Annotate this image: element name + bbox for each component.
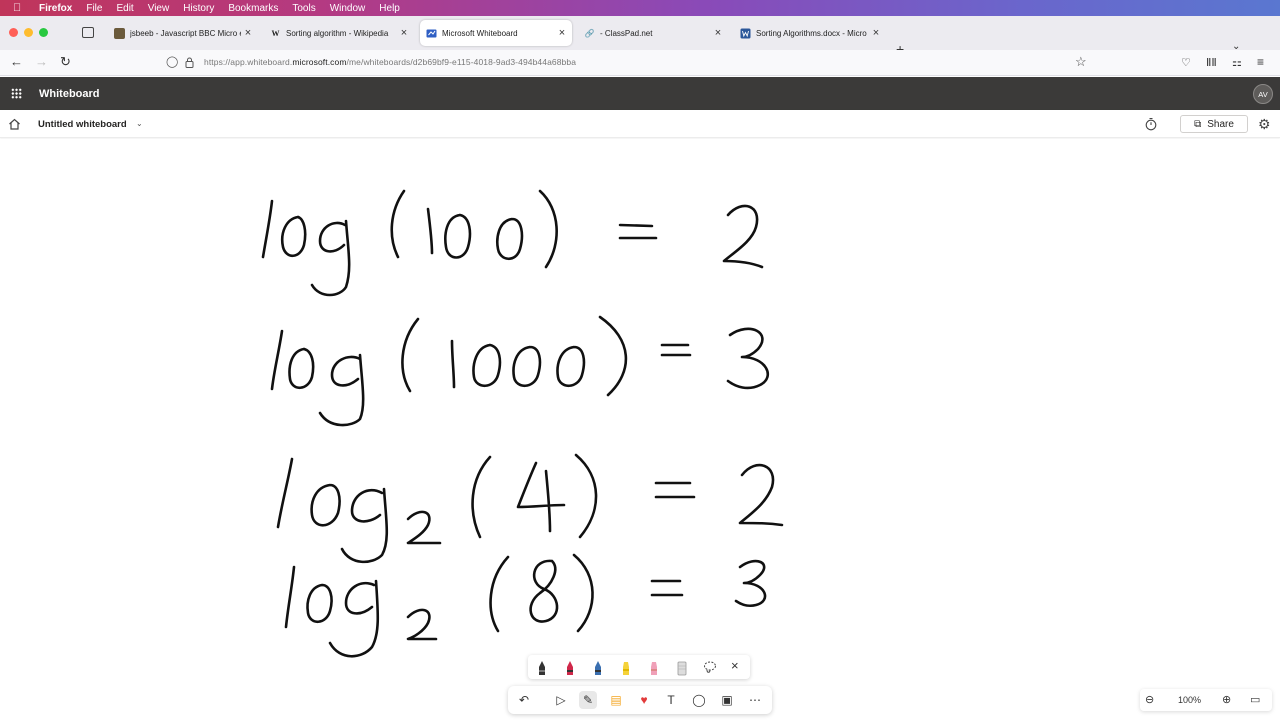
red-pen-icon[interactable]	[564, 660, 576, 676]
select-pointer-icon[interactable]: ▷	[552, 691, 570, 709]
tab-title: Sorting Algorithms.docx - Micro	[756, 28, 867, 38]
tab-title: - ClassPad.net	[600, 28, 653, 38]
back-arrow-icon[interactable]: ←	[10, 54, 23, 69]
close-icon[interactable]: ×	[869, 27, 883, 39]
bookmark-star-icon[interactable]: ☆	[1075, 54, 1087, 70]
link-icon: 🔗	[584, 28, 595, 38]
tab-jsbeeb[interactable]: jsbeeb - Javascript BBC Micro e ×	[108, 20, 258, 46]
blue-pen-icon[interactable]	[592, 660, 604, 676]
close-icon[interactable]: ×	[711, 27, 725, 39]
forward-arrow-icon[interactable]: →	[35, 54, 48, 69]
menu-bookmarks[interactable]: Bookmarks	[228, 3, 278, 14]
hamburger-menu-icon[interactable]: ≡	[1257, 55, 1264, 69]
zoom-in-icon[interactable]: ⊕	[1222, 693, 1231, 706]
whiteboard-app-bar: Whiteboard AV	[0, 77, 1280, 110]
share-icon: ⧉	[1194, 118, 1202, 130]
ink-line-log-1000	[270, 315, 770, 427]
text-tool-icon[interactable]: T	[662, 691, 680, 709]
menu-tools[interactable]: Tools	[292, 3, 315, 14]
tab-title: jsbeeb - Javascript BBC Micro e	[130, 28, 241, 38]
extensions-icon[interactable]: ⚏	[1232, 56, 1242, 69]
navigation-toolbar: ← → ↻ ◯ https://app.whiteboard.microsoft…	[0, 50, 1280, 76]
fit-to-screen-icon[interactable]: ▭	[1250, 693, 1260, 706]
lasso-icon[interactable]	[703, 660, 717, 674]
pink-highlighter-icon[interactable]	[648, 660, 660, 676]
close-icon[interactable]: ×	[555, 27, 569, 39]
more-options-icon[interactable]: ⋯	[746, 691, 764, 709]
share-button[interactable]: ⧉ Share	[1180, 115, 1248, 133]
close-icon[interactable]: ×	[731, 658, 739, 673]
tab-title: Microsoft Whiteboard	[442, 28, 518, 38]
zoom-level[interactable]: 100%	[1178, 695, 1201, 705]
pen-tool-icon[interactable]: ✎	[579, 691, 597, 709]
word-icon	[740, 28, 751, 39]
tab-classpad[interactable]: 🔗 - ClassPad.net ×	[578, 20, 728, 46]
menu-history[interactable]: History	[183, 3, 214, 14]
whiteboard-title[interactable]: Untitled whiteboard	[38, 119, 127, 130]
handwriting-ink	[261, 189, 784, 658]
menu-view[interactable]: View	[148, 3, 170, 14]
menu-file[interactable]: File	[86, 3, 102, 14]
reactions-heart-icon[interactable]: ♥	[635, 691, 653, 709]
close-icon[interactable]: ×	[241, 27, 255, 39]
url-host: microsoft.com	[292, 57, 347, 67]
highlighter-icon[interactable]	[620, 660, 632, 676]
menu-help[interactable]: Help	[379, 3, 400, 14]
tab-list-icon[interactable]	[82, 27, 94, 38]
eraser-icon[interactable]	[676, 660, 688, 676]
menu-app-firefox[interactable]: Firefox	[39, 3, 72, 14]
wikipedia-icon: W	[271, 28, 280, 38]
black-pen-icon[interactable]	[536, 660, 548, 676]
url-text[interactable]: https://app.whiteboard.microsoft.com/me/…	[204, 57, 576, 67]
gear-icon[interactable]: ⚙	[1258, 116, 1271, 133]
bottom-toolbar: ↶ ▷ ✎ ▤ ♥ T ◯ ▣ ⋯	[508, 686, 772, 714]
chevron-down-icon[interactable]: ⌄	[136, 119, 143, 128]
tab-sorting-algorithms-docx[interactable]: Sorting Algorithms.docx - Micro ×	[734, 20, 886, 46]
pocket-icon[interactable]: ♡	[1181, 56, 1191, 69]
window-zoom-button[interactable]	[39, 28, 48, 37]
pen-tray: ×	[528, 655, 750, 679]
tab-microsoft-whiteboard[interactable]: Microsoft Whiteboard ×	[420, 20, 572, 46]
sticky-note-icon[interactable]: ▤	[607, 691, 625, 709]
library-icon[interactable]: ⅡⅡ	[1206, 56, 1217, 69]
menu-edit[interactable]: Edit	[116, 3, 133, 14]
jsbeeb-icon	[114, 27, 125, 39]
lock-icon[interactable]	[185, 57, 194, 68]
avatar[interactable]: AV	[1253, 84, 1273, 104]
timer-icon[interactable]	[1145, 117, 1157, 131]
app-name[interactable]: Whiteboard	[39, 88, 100, 100]
close-icon[interactable]: ×	[397, 27, 411, 39]
undo-icon[interactable]: ↶	[515, 691, 533, 709]
ink-line-log2-8	[284, 553, 767, 658]
reload-icon[interactable]: ↻	[60, 54, 71, 70]
tab-sorting-algorithm[interactable]: W Sorting algorithm - Wikipedia ×	[264, 20, 414, 46]
apple-icon[interactable]: 	[13, 2, 27, 14]
window-minimize-button[interactable]	[24, 28, 33, 37]
browser-tab-strip: jsbeeb - Javascript BBC Micro e × W Sort…	[0, 16, 1280, 57]
zoom-controls: ⊖ 100% ⊕ ▭	[1140, 689, 1272, 711]
zoom-out-icon[interactable]: ⊖	[1145, 693, 1154, 706]
ink-line-log2-4	[276, 453, 784, 564]
whiteboard-icon	[426, 28, 437, 39]
share-label: Share	[1207, 118, 1234, 130]
url-bar[interactable]: ◯ https://app.whiteboard.microsoft.com/m…	[160, 53, 1096, 73]
shield-icon[interactable]: ◯	[166, 55, 178, 68]
macos-menubar:  Firefox File Edit View History Bookmar…	[0, 0, 1280, 16]
templates-icon[interactable]: ▣	[718, 691, 736, 709]
whiteboard-canvas[interactable]	[0, 139, 1280, 720]
home-icon[interactable]	[8, 118, 21, 130]
url-path: /me/whiteboards/d2b69bf9-e115-4018-9ad3-…	[346, 57, 577, 67]
ink-line-log-100	[261, 189, 764, 297]
menu-window[interactable]: Window	[330, 3, 366, 14]
app-launcher-icon[interactable]	[11, 88, 22, 99]
tab-title: Sorting algorithm - Wikipedia	[286, 28, 389, 38]
shapes-icon[interactable]: ◯	[690, 691, 708, 709]
document-header: Untitled whiteboard ⌄ ⧉ Share ⚙	[0, 110, 1280, 138]
url-prefix: https://app.whiteboard.	[204, 57, 293, 67]
window-close-button[interactable]	[9, 28, 18, 37]
